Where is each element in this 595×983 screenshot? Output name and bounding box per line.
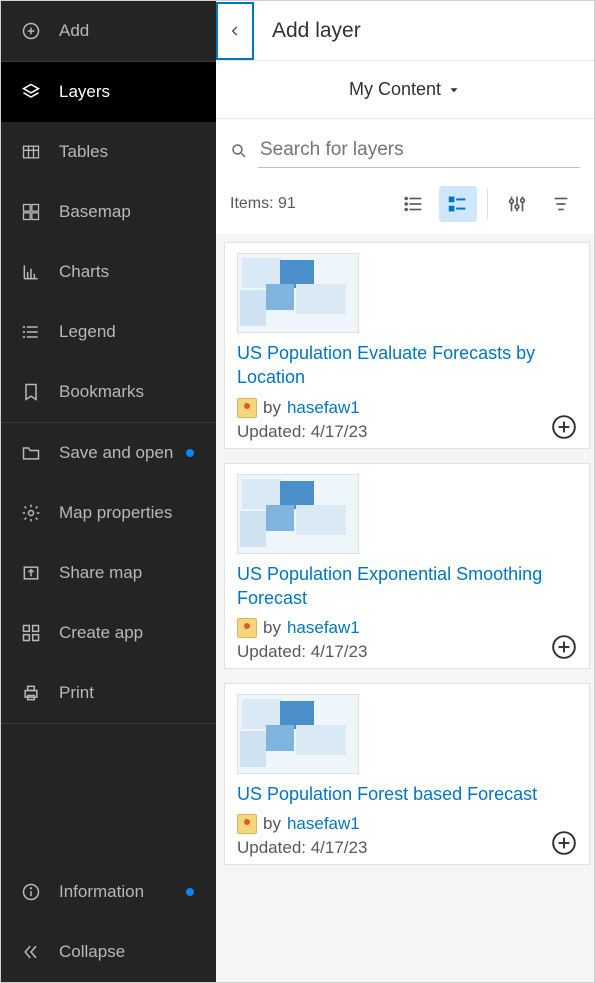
chevron-left-icon — [228, 24, 242, 38]
sidebar-item-label: Share map — [59, 563, 142, 583]
layer-card: US Population Forest based Forecast by h… — [224, 683, 590, 865]
status-dot — [186, 449, 194, 457]
sidebar-item-layers[interactable]: Layers — [1, 62, 216, 122]
view-compact-list-button[interactable] — [395, 186, 433, 222]
search-icon — [230, 142, 248, 160]
sidebar-item-create-app[interactable]: Create app — [1, 603, 216, 663]
sidebar-item-label: Information — [59, 882, 144, 902]
add-layer-button[interactable] — [551, 634, 577, 660]
updated-label: Updated: 4/17/23 — [237, 838, 577, 858]
plus-circle-icon — [551, 414, 577, 440]
chart-icon — [21, 262, 41, 282]
results-list[interactable]: US Population Evaluate Forecasts by Loca… — [216, 234, 594, 982]
sidebar-item-label: Map properties — [59, 503, 172, 523]
gear-icon — [21, 503, 41, 523]
list-icon — [403, 193, 425, 215]
plus-circle-icon — [551, 634, 577, 660]
sidebar-item-label: Add — [59, 21, 89, 41]
by-label: by — [263, 814, 281, 834]
sidebar-item-label: Charts — [59, 262, 109, 282]
sidebar-item-map-properties[interactable]: Map properties — [1, 483, 216, 543]
search-input[interactable] — [258, 133, 580, 168]
author-link[interactable]: hasefaw1 — [287, 814, 360, 834]
chevron-double-left-icon — [21, 942, 41, 962]
plus-circle-icon — [551, 830, 577, 856]
bookmark-icon — [21, 382, 41, 402]
layer-thumbnail[interactable] — [237, 694, 359, 774]
sidebar-item-save-open[interactable]: Save and open — [1, 423, 216, 483]
by-label: by — [263, 618, 281, 638]
scope-label: My Content — [349, 79, 441, 100]
sidebar-item-label: Legend — [59, 322, 116, 342]
panel-header: Add layer — [216, 1, 594, 61]
sidebar-item-bookmarks[interactable]: Bookmarks — [1, 362, 216, 422]
apps-icon — [21, 623, 41, 643]
sidebar-item-label: Collapse — [59, 942, 125, 962]
filter-button[interactable] — [498, 186, 536, 222]
sidebar-item-label: Bookmarks — [59, 382, 144, 402]
sidebar: Add Layers Tables Basemap Charts Legend … — [1, 1, 216, 982]
by-label: by — [263, 398, 281, 418]
sidebar-item-label: Save and open — [59, 443, 173, 463]
sidebar-item-collapse[interactable]: Collapse — [1, 922, 216, 982]
share-icon — [21, 563, 41, 583]
layer-thumbnail[interactable] — [237, 474, 359, 554]
search-row — [216, 119, 594, 178]
feature-layer-icon — [237, 618, 257, 638]
layers-icon — [21, 82, 41, 102]
folder-icon — [21, 443, 41, 463]
plus-circle-icon — [21, 21, 41, 41]
sort-button[interactable] — [542, 186, 580, 222]
sidebar-item-label: Layers — [59, 82, 110, 102]
sidebar-item-add[interactable]: Add — [1, 1, 216, 61]
legend-icon — [21, 322, 41, 342]
status-dot — [186, 888, 194, 896]
sidebar-item-label: Tables — [59, 142, 108, 162]
updated-label: Updated: 4/17/23 — [237, 642, 577, 662]
add-layer-button[interactable] — [551, 830, 577, 856]
sidebar-item-print[interactable]: Print — [1, 663, 216, 723]
layer-card: US Population Exponential Smoothing Fore… — [224, 463, 590, 670]
updated-label: Updated: 4/17/23 — [237, 422, 577, 442]
info-icon — [21, 882, 41, 902]
detailed-list-icon — [447, 193, 469, 215]
author-link[interactable]: hasefaw1 — [287, 398, 360, 418]
add-layer-button[interactable] — [551, 414, 577, 440]
feature-layer-icon — [237, 398, 257, 418]
sort-icon — [550, 193, 572, 215]
sidebar-item-tables[interactable]: Tables — [1, 122, 216, 182]
sliders-icon — [506, 193, 528, 215]
layer-thumbnail[interactable] — [237, 253, 359, 333]
sidebar-item-information[interactable]: Information — [1, 862, 216, 922]
basemap-icon — [21, 202, 41, 222]
layer-title[interactable]: US Population Evaluate Forecasts by Loca… — [237, 341, 577, 390]
sidebar-item-label: Basemap — [59, 202, 131, 222]
print-icon — [21, 683, 41, 703]
sidebar-item-charts[interactable]: Charts — [1, 242, 216, 302]
sidebar-item-share-map[interactable]: Share map — [1, 543, 216, 603]
layer-card: US Population Evaluate Forecasts by Loca… — [224, 242, 590, 449]
sidebar-item-label: Create app — [59, 623, 143, 643]
sidebar-item-label: Print — [59, 683, 94, 703]
sidebar-item-basemap[interactable]: Basemap — [1, 182, 216, 242]
scope-dropdown[interactable]: My Content — [216, 61, 594, 119]
layer-title[interactable]: US Population Forest based Forecast — [237, 782, 577, 806]
table-icon — [21, 142, 41, 162]
add-layer-panel: Add layer My Content Items: 91 — [216, 1, 594, 982]
layer-title[interactable]: US Population Exponential Smoothing Fore… — [237, 562, 577, 611]
author-link[interactable]: hasefaw1 — [287, 618, 360, 638]
results-toolbar: Items: 91 — [216, 178, 594, 234]
items-count: Items: 91 — [230, 195, 389, 213]
sidebar-item-legend[interactable]: Legend — [1, 302, 216, 362]
view-detailed-list-button[interactable] — [439, 186, 477, 222]
back-button[interactable] — [216, 2, 254, 60]
feature-layer-icon — [237, 814, 257, 834]
panel-title: Add layer — [272, 19, 361, 43]
caret-down-icon — [447, 83, 461, 97]
